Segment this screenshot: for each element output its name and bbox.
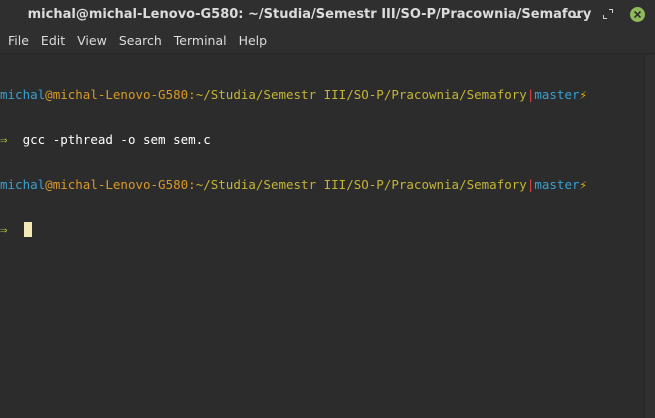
command-line: ⇒ gcc -pthread -o sem sem.c [0, 132, 644, 147]
close-button[interactable] [629, 6, 645, 22]
prompt-arrow-icon: ⇒ [0, 222, 8, 237]
prompt-at: @ [45, 87, 53, 102]
prompt-colon: : [188, 87, 196, 102]
prompt-arrow-icon: ⇒ [0, 132, 8, 147]
menu-help[interactable]: Help [233, 28, 274, 54]
prompt-host: michal-Lenovo-G580 [52, 87, 189, 102]
input-line: ⇒ [0, 222, 644, 237]
title-bar[interactable]: michal@michal-Lenovo-G580: ~/Studia/Seme… [0, 0, 655, 28]
terminal-window: michal@michal-Lenovo-G580: ~/Studia/Seme… [0, 0, 655, 418]
menu-search[interactable]: Search [113, 28, 168, 54]
menu-edit[interactable]: Edit [35, 28, 71, 54]
maximize-icon [603, 9, 613, 19]
close-icon [629, 6, 645, 22]
prompt-separator: | [526, 87, 535, 102]
command-text: gcc -pthread -o sem sem.c [22, 132, 211, 147]
bolt-icon: ⚡ [579, 87, 588, 102]
minimize-icon [573, 16, 581, 18]
prompt-user: michal [0, 177, 46, 192]
text-cursor [23, 222, 32, 237]
prompt-user: michal [0, 87, 46, 102]
prompt-branch: master [534, 177, 580, 192]
window-title: michal@michal-Lenovo-G580: ~/Studia/Seme… [27, 6, 592, 22]
prompt-separator: | [526, 177, 535, 192]
maximize-button[interactable] [600, 6, 616, 22]
vertical-scrollbar[interactable] [644, 55, 655, 418]
menu-bar: File Edit View Search Terminal Help [0, 28, 655, 54]
terminal-output[interactable]: michal @ michal-Lenovo-G580: ~/Studia/Semes… [0, 55, 644, 418]
minimize-button[interactable] [569, 6, 585, 22]
menu-file[interactable]: File [2, 28, 35, 54]
prompt-branch: master [534, 87, 580, 102]
prompt-path: ~/Studia/Semestr III/SO-P/Pracownia/Sema… [195, 87, 527, 102]
prompt-line: michal @ michal-Lenovo-G580: ~/Studia/Semes… [0, 177, 644, 192]
prompt-colon: : [188, 177, 196, 192]
menu-terminal[interactable]: Terminal [168, 28, 233, 54]
bolt-icon: ⚡ [579, 177, 588, 192]
prompt-path: ~/Studia/Semestr III/SO-P/Pracownia/Sema… [195, 177, 527, 192]
menu-view[interactable]: View [71, 28, 113, 54]
prompt-at: @ [45, 177, 53, 192]
prompt-line: michal @ michal-Lenovo-G580: ~/Studia/Semes… [0, 87, 644, 102]
prompt-host: michal-Lenovo-G580 [52, 177, 189, 192]
